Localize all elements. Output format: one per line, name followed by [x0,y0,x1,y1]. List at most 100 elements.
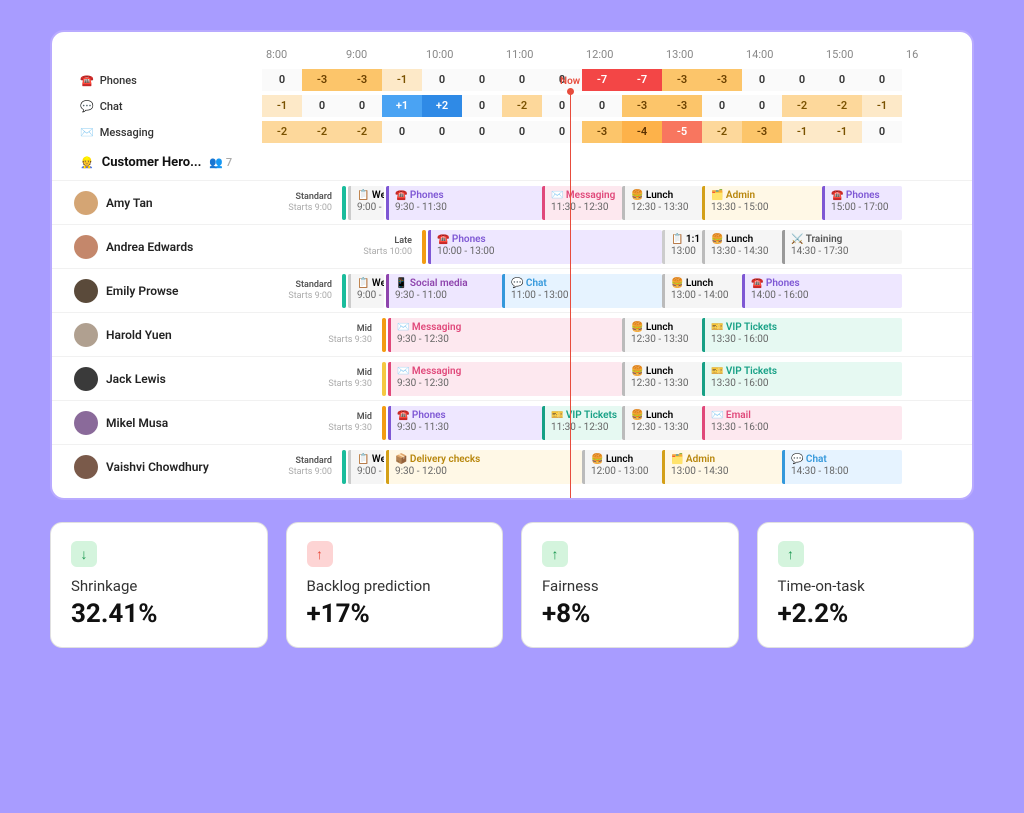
coverage-cell[interactable]: -1 [262,95,302,117]
schedule-block[interactable]: ☎️ Phones9:30 - 11:30 [388,406,542,440]
block-title: 📋 1:1 [671,234,696,246]
schedule-block[interactable]: 🗂️ Admin13:00 - 14:30 [662,450,782,484]
coverage-cell[interactable]: 0 [462,121,502,143]
schedule-block[interactable]: ⚔️ Training14:30 - 17:30 [782,230,902,264]
coverage-cell[interactable]: 0 [702,95,742,117]
schedule-block[interactable]: 🗂️ Admin13:30 - 15:00 [702,186,822,220]
coverage-cell[interactable]: -1 [822,121,862,143]
coverage-cell[interactable]: -2 [342,121,382,143]
coverage-cell[interactable]: -2 [502,95,542,117]
agent-row[interactable]: Andrea EdwardsLateStarts 10:00☎️ Phones1… [52,224,972,268]
coverage-cell[interactable]: -2 [262,121,302,143]
coverage-cell[interactable]: 0 [542,121,582,143]
channel-icon: ☎️ [80,74,94,87]
coverage-cell[interactable]: 0 [422,121,462,143]
schedule-block[interactable]: 📦 Delivery checks9:30 - 12:00 [386,450,582,484]
coverage-cell[interactable]: 0 [342,95,382,117]
coverage-cell[interactable]: 0 [502,69,542,91]
schedule-block[interactable]: 🎫 VIP Tickets11:30 - 12:30 [542,406,622,440]
agent-row[interactable]: Amy TanStandardStarts 9:00📋 Week9:00 - 9… [52,180,972,224]
avatar[interactable] [74,191,98,215]
schedule-block[interactable]: ✉️ Email13:30 - 16:00 [702,406,902,440]
avatar[interactable] [74,455,98,479]
schedule-block[interactable]: 💬 Chat14:30 - 18:00 [782,450,902,484]
avatar[interactable] [74,279,98,303]
schedule-block[interactable]: 📋 Week9:00 - 9 [348,450,384,484]
coverage-cell[interactable]: -1 [782,121,822,143]
schedule-block[interactable]: 🍔 Lunch13:30 - 14:30 [702,230,782,264]
schedule-block[interactable]: ✉️ Messaging9:30 - 12:30 [388,318,622,352]
coverage-cell[interactable]: 0 [542,95,582,117]
coverage-cell[interactable]: -7 [582,69,622,91]
metric-card[interactable]: ↑Fairness+8% [521,522,739,648]
avatar[interactable] [74,323,98,347]
schedule-block[interactable]: 🎫 VIP Tickets13:30 - 16:00 [702,362,902,396]
schedule-block[interactable]: 🍔 Lunch12:30 - 13:30 [622,186,702,220]
agent-row[interactable]: Mikel MusaMidStarts 9:30☎️ Phones9:30 - … [52,400,972,444]
metric-card[interactable]: ↓Shrinkage32.41% [50,522,268,648]
schedule-block[interactable]: 📋 1:113:00 [662,230,702,264]
coverage-cell[interactable]: 0 [742,69,782,91]
coverage-cell[interactable]: 0 [582,95,622,117]
coverage-cell[interactable]: -3 [622,95,662,117]
coverage-cell[interactable]: +2 [422,95,462,117]
avatar[interactable] [74,411,98,435]
coverage-cell[interactable]: 0 [862,121,902,143]
coverage-cell[interactable]: -2 [822,95,862,117]
schedule-block[interactable]: 📋 Week9:00 - 9 [348,274,384,308]
coverage-cell[interactable]: 0 [862,69,902,91]
avatar[interactable] [74,235,98,259]
coverage-cell[interactable]: -3 [342,69,382,91]
schedule-block[interactable]: 🍔 Lunch13:00 - 14:00 [662,274,742,308]
coverage-cell[interactable]: 0 [782,69,822,91]
agent-row[interactable]: Jack LewisMidStarts 9:30✉️ Messaging9:30… [52,356,972,400]
schedule-block[interactable]: 🍔 Lunch12:30 - 13:30 [622,362,702,396]
schedule-block[interactable]: ☎️ Phones10:00 - 13:00 [428,230,662,264]
coverage-cell[interactable]: -3 [662,69,702,91]
coverage-cell[interactable]: -4 [622,121,662,143]
coverage-cell[interactable]: -3 [302,69,342,91]
schedule-block[interactable]: ✉️ Messaging11:30 - 12:30 [542,186,622,220]
team-header[interactable]: 👷 Customer Hero... 👥 7 [52,145,972,180]
coverage-cell[interactable]: 0 [462,69,502,91]
coverage-cell[interactable]: -7 [622,69,662,91]
coverage-cell[interactable]: -1 [862,95,902,117]
coverage-cell[interactable]: -3 [582,121,622,143]
coverage-cell[interactable]: -3 [662,95,702,117]
metric-card[interactable]: ↑Backlog prediction+17% [286,522,504,648]
coverage-cell[interactable]: -2 [702,121,742,143]
schedule-block[interactable]: ☎️ Phones15:00 - 17:00 [822,186,902,220]
coverage-cell[interactable]: -2 [302,121,342,143]
coverage-cell[interactable]: 0 [502,121,542,143]
schedule-block[interactable]: 🎫 VIP Tickets13:30 - 16:00 [702,318,902,352]
agent-row[interactable]: Vaishvi ChowdhuryStandardStarts 9:00📋 We… [52,444,972,488]
coverage-cell[interactable]: -3 [702,69,742,91]
schedule-block[interactable]: 🍔 Lunch12:00 - 13:00 [582,450,662,484]
block-time: 9:30 - 12:00 [395,466,576,478]
coverage-cell[interactable]: 0 [382,121,422,143]
coverage-cell[interactable]: +1 [382,95,422,117]
schedule-block[interactable]: 💬 Chat11:00 - 13:00 [502,274,662,308]
schedule-block[interactable]: 🍔 Lunch12:30 - 13:30 [622,318,702,352]
schedule-block[interactable]: ☎️ Phones9:30 - 11:30 [386,186,542,220]
schedule-block[interactable]: ✉️ Messaging9:30 - 12:30 [388,362,622,396]
schedule-block[interactable]: 📋 Week9:00 - 9 [348,186,384,220]
coverage-cell[interactable]: 0 [262,69,302,91]
coverage-cell[interactable]: 0 [462,95,502,117]
coverage-cell[interactable]: -5 [662,121,702,143]
coverage-cell[interactable]: -1 [382,69,422,91]
agent-row[interactable]: Emily ProwseStandardStarts 9:00📋 Week9:0… [52,268,972,312]
coverage-cell[interactable]: -3 [742,121,782,143]
coverage-cell[interactable]: 0 [422,69,462,91]
schedule-block[interactable]: 📱 Social media9:30 - 11:00 [386,274,502,308]
coverage-cell[interactable]: 0 [742,95,782,117]
coverage-cell[interactable]: 0 [302,95,342,117]
schedule-block[interactable]: ☎️ Phones14:00 - 16:00 [742,274,902,308]
block-title: ☎️ Phones [437,234,656,246]
metric-card[interactable]: ↑Time-on-task+2.2% [757,522,975,648]
coverage-cell[interactable]: -2 [782,95,822,117]
schedule-block[interactable]: 🍔 Lunch12:30 - 13:30 [622,406,702,440]
avatar[interactable] [74,367,98,391]
coverage-cell[interactable]: 0 [822,69,862,91]
agent-row[interactable]: Harold YuenMidStarts 9:30✉️ Messaging9:3… [52,312,972,356]
